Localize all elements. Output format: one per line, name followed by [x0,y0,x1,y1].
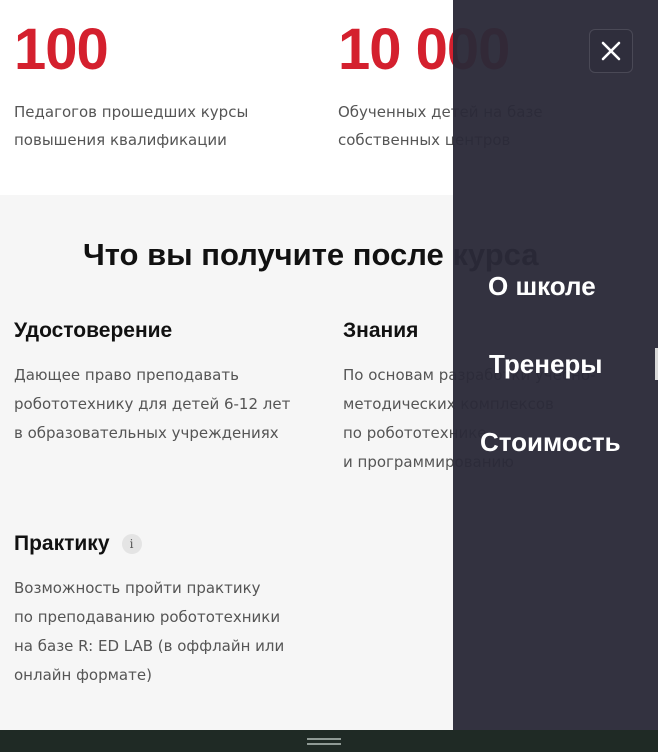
info-icon[interactable]: i [121,534,142,554]
menu-item-trainers[interactable]: Тренеры [489,348,602,380]
benefit-certificate: Удостоверение Дающее право преподавать р… [14,317,314,448]
benefit-title: Практику [14,532,110,555]
stat-teachers: 100 Педагогов прошедших курсы повышения … [14,18,304,154]
stat-number: 100 [14,17,109,82]
close-menu-button[interactable] [589,29,633,73]
resize-grip-icon[interactable] [307,738,341,745]
menu-item-about[interactable]: О школе [488,270,596,302]
menu-item-pricing[interactable]: Стоимость [480,426,621,458]
close-icon [601,41,621,61]
benefit-title-row: Практику i [14,530,314,558]
benefit-description: Дающее право преподавать робототехнику д… [14,366,291,442]
benefit-practice: Практику i Возможность пройти практику п… [14,530,314,690]
benefit-description: Возможность пройти практику по преподава… [14,579,285,684]
bottom-resize-bar[interactable] [0,730,658,752]
stat-description: Педагогов прошедших курсы повышения квал… [14,103,249,149]
benefit-title: Удостоверение [14,319,173,342]
